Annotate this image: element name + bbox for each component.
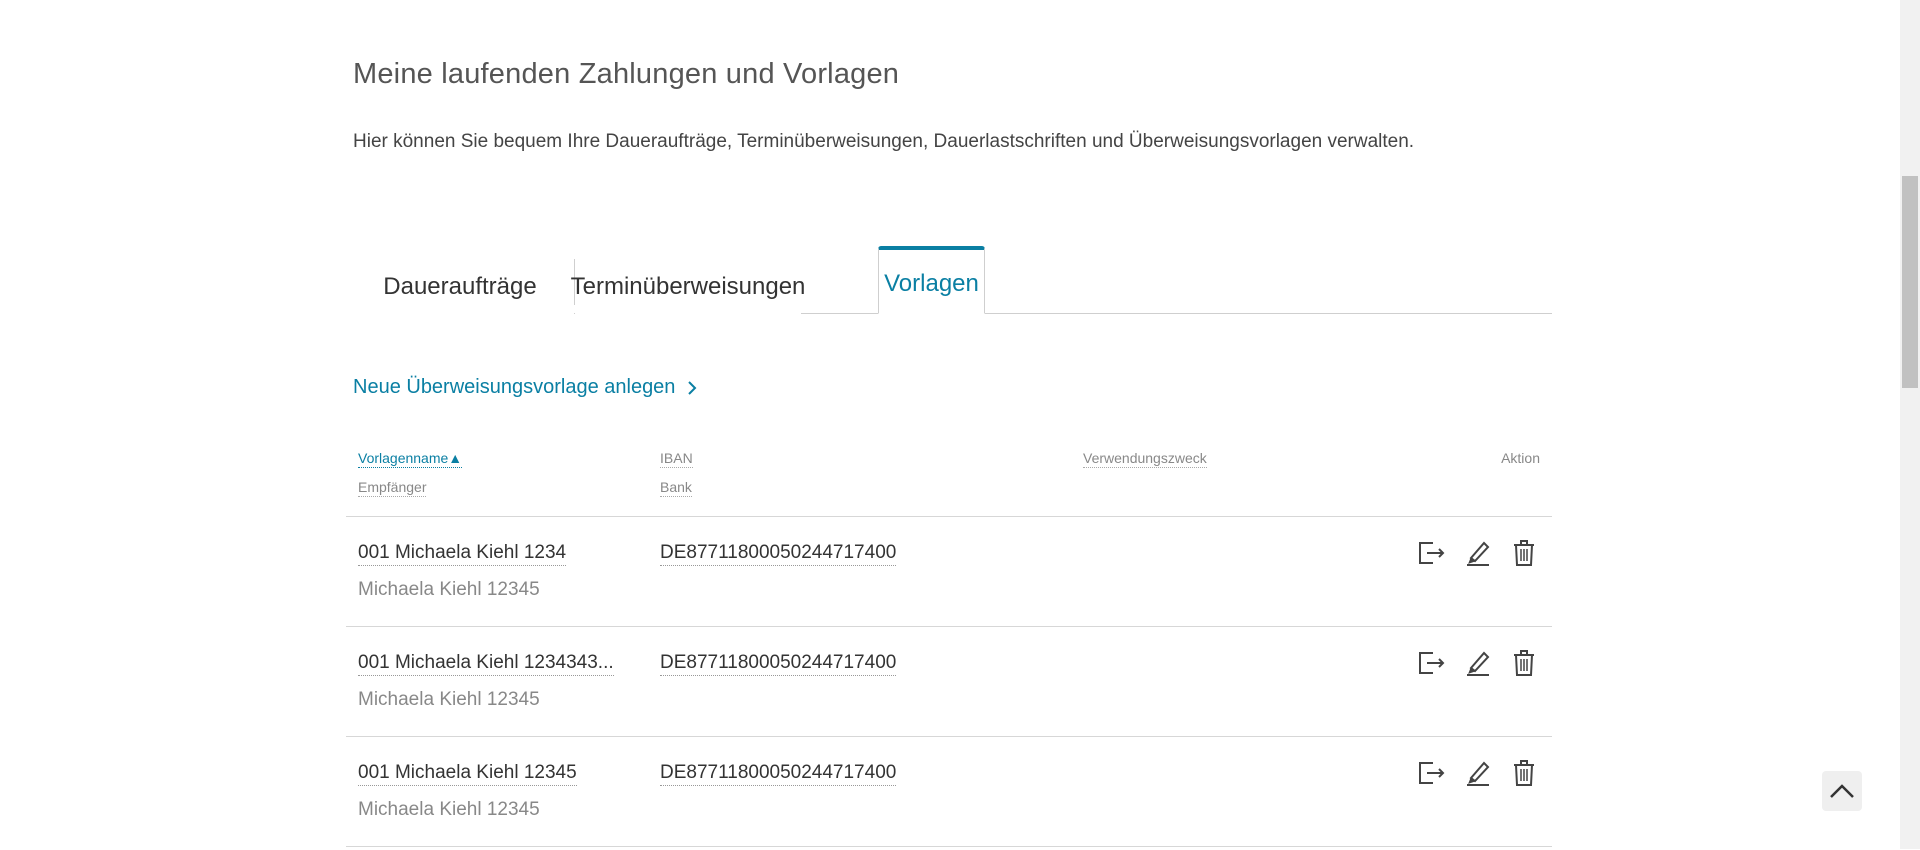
row-actions: [1416, 757, 1540, 789]
scrollbar-thumb[interactable]: [1902, 176, 1918, 388]
scroll-to-top-button[interactable]: [1822, 771, 1862, 811]
row-actions: [1416, 537, 1540, 569]
delete-icon[interactable]: [1508, 757, 1540, 789]
row-iban[interactable]: DE87711800050244717400: [660, 541, 897, 566]
edit-icon[interactable]: [1462, 757, 1494, 789]
edit-icon[interactable]: [1462, 537, 1494, 569]
row-iban[interactable]: DE87711800050244717400: [660, 761, 897, 786]
new-template-link[interactable]: Neue Überweisungsvorlage anlegen: [353, 376, 699, 399]
row-template-name[interactable]: 001 Michaela Kiehl 1234: [358, 541, 567, 566]
row-recipient: Michaela Kiehl 12345: [358, 799, 540, 820]
main-content: Meine laufenden Zahlungen und Vorlagen H…: [346, 0, 1552, 849]
edit-icon[interactable]: [1462, 647, 1494, 679]
header-action: Aktion: [1501, 450, 1540, 466]
page-intro: Hier können Sie bequem Ihre Daueraufträg…: [353, 131, 1415, 152]
sort-ascending-icon: ▲: [448, 450, 463, 466]
new-template-link-label: Neue Überweisungsvorlage anlegen: [353, 376, 676, 398]
table-row: 001 Michaela Kiehl 1234343... DE87711800…: [346, 626, 1552, 737]
row-template-name[interactable]: 001 Michaela Kiehl 1234343...: [358, 651, 614, 676]
row-actions: [1416, 647, 1540, 679]
tab-vorlagen[interactable]: Vorlagen: [878, 246, 985, 314]
row-template-name[interactable]: 001 Michaela Kiehl 12345: [358, 761, 577, 786]
header-recipient[interactable]: Empfänger: [358, 478, 427, 497]
chevron-up-icon: [1830, 784, 1854, 798]
row-recipient: Michaela Kiehl 12345: [358, 689, 540, 710]
vertical-scrollbar[interactable]: [1900, 0, 1920, 849]
chevron-right-icon: [688, 380, 697, 395]
page-title: Meine laufenden Zahlungen und Vorlagen: [353, 58, 900, 90]
execute-transfer-icon[interactable]: [1416, 537, 1448, 569]
row-iban[interactable]: DE87711800050244717400: [660, 651, 897, 676]
header-template-name-label: Vorlagenname: [358, 450, 449, 466]
table-row-divider: [346, 846, 1552, 850]
tab-bar: Daueraufträge Terminüberweisungen Vorlag…: [346, 245, 1552, 314]
header-bank[interactable]: Bank: [660, 478, 692, 497]
header-iban[interactable]: IBAN: [660, 449, 693, 468]
execute-transfer-icon[interactable]: [1416, 757, 1448, 789]
table-row: 001 Michaela Kiehl 12345 DE8771180005024…: [346, 736, 1552, 847]
tab-terminueberweisungen[interactable]: Terminüberweisungen: [571, 259, 805, 314]
execute-transfer-icon[interactable]: [1416, 647, 1448, 679]
header-template-name[interactable]: Vorlagenname▲: [358, 449, 463, 468]
header-purpose[interactable]: Verwendungszweck: [1083, 449, 1207, 468]
table-row: 001 Michaela Kiehl 1234 DE87711800050244…: [346, 516, 1552, 627]
tab-dauerauftraege[interactable]: Daueraufträge: [346, 259, 574, 314]
delete-icon[interactable]: [1508, 647, 1540, 679]
row-recipient: Michaela Kiehl 12345: [358, 579, 540, 600]
delete-icon[interactable]: [1508, 537, 1540, 569]
